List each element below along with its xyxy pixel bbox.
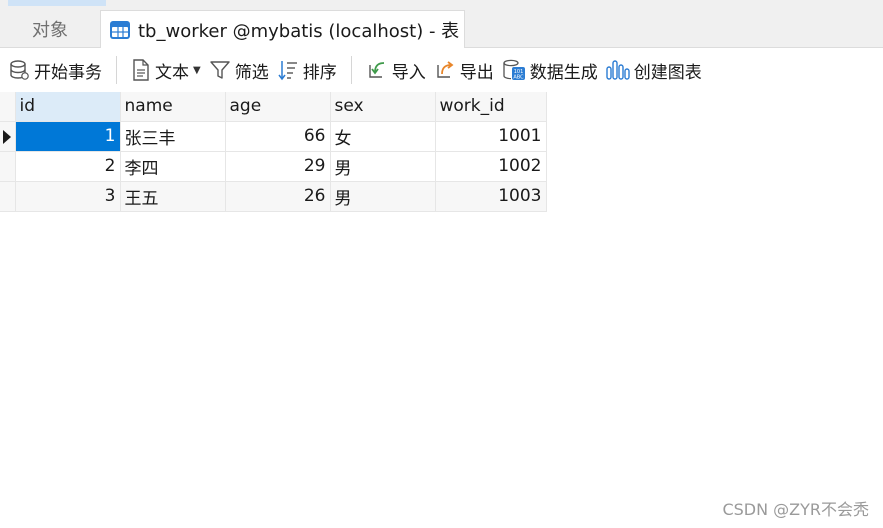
tab-objects[interactable]: 对象	[0, 10, 100, 48]
table-icon	[110, 20, 130, 39]
cell-work-id[interactable]: 1001	[435, 121, 547, 152]
filter-label: 筛选	[234, 62, 269, 83]
toolbar: 开始事务 文本 ▼ 筛选 排序 导入 导出 101 ABC 数据生成 创建图表	[0, 48, 883, 92]
cell-age[interactable]: 26	[225, 181, 331, 212]
text-view-label: 文本	[155, 62, 189, 83]
table-row[interactable]: 2 李四 29 男 1002	[0, 151, 547, 182]
cell-sex[interactable]: 男	[330, 151, 436, 182]
begin-transaction-button[interactable]: 开始事务	[4, 55, 106, 85]
cell-name[interactable]: 李四	[120, 151, 226, 182]
export-label: 导出	[459, 62, 494, 83]
data-generation-button[interactable]: 101 ABC 数据生成	[498, 55, 602, 85]
cell-name[interactable]: 王五	[120, 181, 226, 212]
cell-id[interactable]: 3	[15, 181, 121, 212]
chart-icon	[606, 60, 630, 80]
export-icon	[437, 61, 454, 78]
table-row[interactable]: 1 张三丰 66 女 1001	[0, 121, 547, 152]
filter-button[interactable]: 筛选	[205, 55, 273, 85]
filter-icon	[210, 61, 230, 79]
export-button[interactable]: 导出	[430, 55, 498, 85]
cell-work-id[interactable]: 1002	[435, 151, 547, 182]
toolbar-divider	[350, 56, 352, 84]
sort-label: 排序	[302, 62, 337, 83]
corner-header[interactable]	[0, 92, 16, 122]
watermark-text: CSDN @ZYR不会秃	[722, 500, 869, 519]
row-selector[interactable]	[0, 181, 16, 212]
data-grid: id name age sex work_id 1 张三丰 66 女 1001 …	[0, 92, 547, 212]
create-chart-label: 创建图表	[633, 62, 702, 83]
column-header-id[interactable]: id	[15, 92, 121, 122]
import-label: 导入	[391, 62, 426, 83]
tab-table-tb-worker[interactable]: tb_worker @mybatis (localhost) - 表	[100, 10, 465, 48]
cell-sex[interactable]: 男	[330, 181, 436, 212]
data-generation-icon: 101 ABC	[503, 59, 525, 81]
column-header-work-id[interactable]: work_id	[435, 92, 547, 122]
toolbar-divider	[116, 56, 117, 84]
data-generation-label: 数据生成	[529, 62, 598, 83]
column-header-row: id name age sex work_id	[0, 92, 547, 122]
import-icon	[369, 62, 384, 78]
cell-name[interactable]: 张三丰	[120, 121, 226, 152]
text-view-button[interactable]: 文本 ▼	[127, 55, 205, 85]
cell-age[interactable]: 66	[225, 121, 331, 152]
cell-sex[interactable]: 女	[330, 121, 436, 152]
database-icon	[10, 60, 29, 80]
cell-work-id[interactable]: 1003	[435, 181, 547, 212]
column-header-age[interactable]: age	[225, 92, 331, 122]
tab-table-label: tb_worker @mybatis (localhost) - 表	[138, 20, 460, 42]
cell-age[interactable]: 29	[225, 151, 331, 182]
begin-transaction-label: 开始事务	[34, 62, 102, 83]
row-selector[interactable]	[0, 121, 16, 152]
cell-id[interactable]: 2	[15, 151, 121, 182]
column-header-sex[interactable]: sex	[330, 92, 436, 122]
navicat-window: 对象 tb_worker @mybatis (localhost) - 表 开始…	[0, 0, 883, 528]
table-row[interactable]: 3 王五 26 男 1003	[0, 181, 547, 212]
tab-accent	[8, 0, 106, 6]
svg-text:ABC: ABC	[513, 75, 524, 81]
row-selector[interactable]	[0, 151, 16, 182]
sort-icon	[278, 61, 297, 81]
chevron-down-icon[interactable]: ▼	[193, 65, 201, 76]
tab-bar: 对象 tb_worker @mybatis (localhost) - 表	[0, 0, 883, 48]
current-row-arrow-icon	[3, 129, 11, 144]
tab-objects-label: 对象	[32, 20, 68, 41]
create-chart-button[interactable]: 创建图表	[602, 55, 706, 85]
cell-id[interactable]: 1	[15, 121, 121, 152]
document-icon	[133, 59, 149, 81]
import-button[interactable]: 导入	[362, 55, 430, 85]
sort-button[interactable]: 排序	[273, 55, 341, 85]
column-header-name[interactable]: name	[120, 92, 226, 122]
